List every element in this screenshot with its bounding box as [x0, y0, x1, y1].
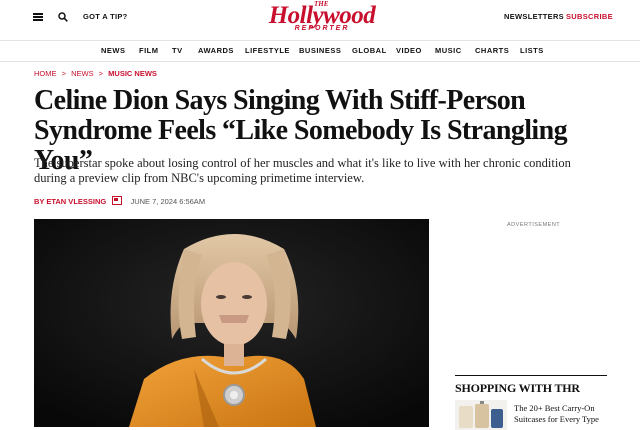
section-divider	[455, 375, 607, 376]
got-a-tip-link[interactable]: GOT A TIP?	[83, 12, 128, 21]
shopping-article-link[interactable]: The 20+ Best Carry-On Suitcases for Ever…	[514, 403, 614, 425]
hero-image	[34, 219, 429, 427]
nav-item-business[interactable]: BUSINESS	[299, 46, 341, 55]
nav-item-video[interactable]: VIDEO	[396, 46, 422, 55]
shopping-section-title: SHOPPING WITH THR	[455, 381, 580, 395]
nav-item-music[interactable]: MUSIC	[435, 46, 462, 55]
breadcrumb: HOME > NEWS > MUSIC NEWS	[34, 69, 160, 78]
author-link[interactable]: BY ETAN VLESSING	[34, 197, 106, 206]
email-author-icon[interactable]	[112, 196, 123, 205]
nav-item-global[interactable]: GLOBAL	[352, 46, 387, 55]
hamburger-menu-icon[interactable]	[33, 13, 43, 21]
nav-item-awards[interactable]: AWARDS	[198, 46, 234, 55]
nav-item-lists[interactable]: LISTS	[520, 46, 544, 55]
breadcrumb-separator: >	[61, 69, 66, 78]
site-logo[interactable]: THE Hollywood REPORTER	[260, 0, 384, 34]
logo-reporter: REPORTER	[294, 25, 350, 32]
publish-date: JUNE 7, 2024 6:56AM	[130, 197, 206, 206]
breadcrumb-separator: >	[98, 69, 104, 78]
top-bar: GOT A TIP? THE Hollywood REPORTER NEWSLE…	[0, 0, 640, 41]
nav-item-tv[interactable]: TV	[172, 46, 183, 55]
nav-item-news[interactable]: NEWS	[101, 46, 126, 55]
suitcase-thumbnail[interactable]	[455, 400, 507, 430]
breadcrumb-home[interactable]: HOME	[34, 69, 57, 78]
article-byline: BY ETAN VLESSING JUNE 7, 2024 6:56AM	[34, 196, 205, 206]
article-dek: The superstar spoke about losing control…	[34, 156, 571, 185]
newsletters-link[interactable]: NEWSLETTERS	[504, 12, 564, 21]
subscribe-link[interactable]: SUBSCRIBE	[566, 12, 613, 21]
nav-item-film[interactable]: FILM	[139, 46, 159, 55]
hero-portrait-illustration	[34, 219, 429, 427]
advertisement-label: ADVERTISEMENT	[507, 222, 561, 228]
nav-item-charts[interactable]: CHARTS	[475, 46, 509, 55]
nav-item-lifestyle[interactable]: LIFESTYLE	[245, 46, 290, 55]
breadcrumb-news[interactable]: NEWS	[71, 69, 94, 78]
main-nav: NEWS FILM TV AWARDS LIFESTYLE BUSINESS G…	[0, 41, 640, 62]
search-icon[interactable]	[58, 12, 68, 22]
breadcrumb-music-news[interactable]: MUSIC NEWS	[108, 69, 157, 78]
